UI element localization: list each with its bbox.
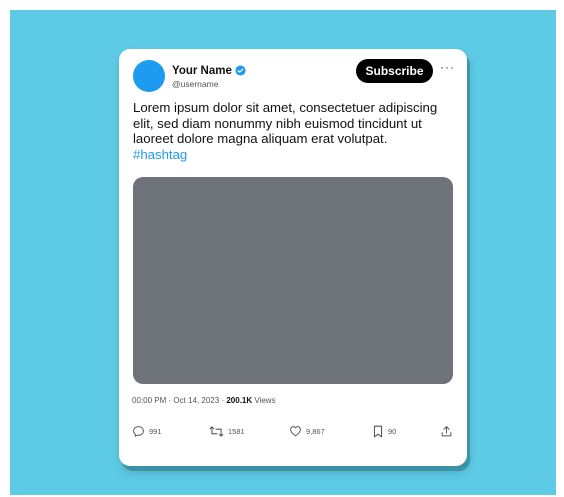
reply-count: 991 [149, 427, 162, 436]
avatar[interactable] [133, 60, 165, 92]
tweet-meta: 00:00 PM · Oct 14, 2023 · 200.1K Views [132, 396, 276, 405]
meta-separator: · [168, 396, 172, 405]
tweet-text-block: Lorem ipsum dolor sit amet, consectetuer… [133, 100, 453, 162]
username[interactable]: @username [172, 79, 218, 89]
meta-separator: · [221, 396, 225, 405]
verified-badge-icon [235, 65, 246, 79]
display-name-row[interactable]: Your Name [172, 65, 246, 79]
views-label: Views [254, 396, 276, 405]
reply-icon [132, 425, 145, 438]
media-placeholder[interactable] [133, 177, 453, 384]
display-name[interactable]: Your Name [172, 65, 232, 77]
tweet-text: Lorem ipsum dolor sit amet, consectetuer… [133, 100, 438, 146]
subscribe-button[interactable]: Subscribe [356, 59, 433, 83]
views-count: 200.1K [226, 396, 253, 405]
share-icon [440, 425, 453, 438]
retweet-button[interactable]: 1581 [209, 425, 245, 438]
hashtag-link[interactable]: #hashtag [133, 147, 453, 163]
like-button[interactable]: 9,867 [289, 425, 325, 437]
bookmark-button[interactable]: 90 [372, 425, 396, 438]
action-bar: 991 1581 9,867 90 [132, 425, 456, 443]
retweet-count: 1581 [228, 427, 245, 436]
retweet-icon [209, 425, 224, 438]
more-options-icon[interactable]: ··· [440, 60, 455, 74]
like-count: 9,867 [306, 426, 325, 436]
reply-button[interactable]: 991 [132, 425, 162, 438]
bookmark-icon [372, 425, 384, 438]
bookmark-count: 90 [388, 427, 397, 436]
share-button[interactable] [440, 425, 453, 438]
tweet-time[interactable]: 00:00 PM [132, 396, 166, 405]
tweet-date[interactable]: Oct 14, 2023 [173, 396, 219, 405]
heart-icon [289, 425, 302, 437]
tweet-card: Your Name @username Subscribe ··· Lorem … [119, 49, 467, 466]
